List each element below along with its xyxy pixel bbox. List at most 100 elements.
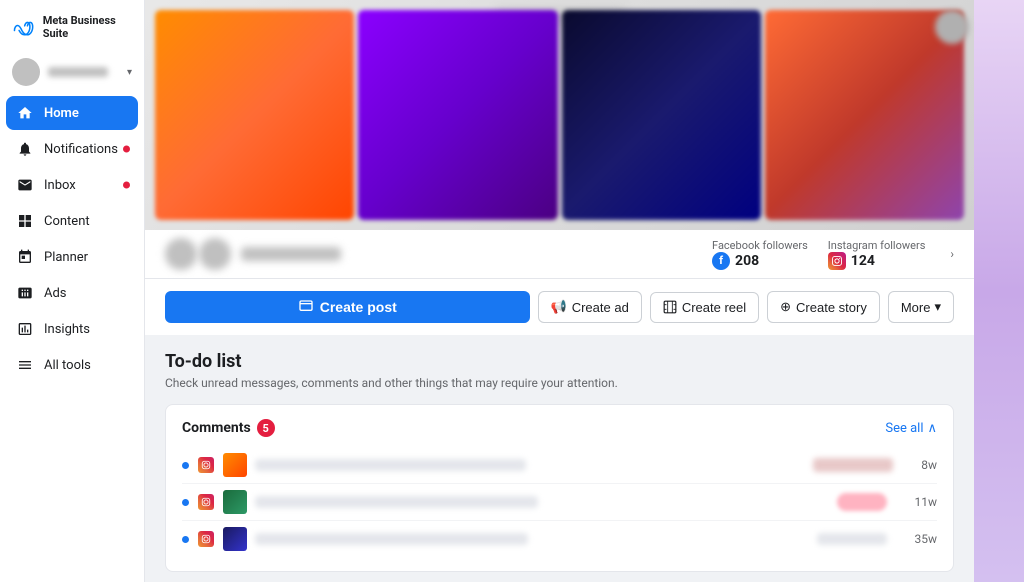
instagram-followers-label: Instagram followers xyxy=(828,239,926,252)
facebook-followers-group: Facebook followers f 208 xyxy=(712,239,808,270)
instagram-followers-group: Instagram followers 124 xyxy=(828,239,926,270)
profile-row: Facebook followers f 208 Instagram follo… xyxy=(145,230,974,278)
comment-tag-1 xyxy=(813,458,893,472)
comments-title: Comments 5 xyxy=(182,419,275,437)
facebook-icon: f xyxy=(712,252,730,270)
instagram-icon xyxy=(828,252,846,270)
followers-chevron-icon[interactable]: › xyxy=(950,247,954,261)
planner-icon xyxy=(16,248,34,266)
facebook-followers-label: Facebook followers xyxy=(712,239,808,252)
nav-label-content: Content xyxy=(44,214,90,229)
instagram-platform-icon-3 xyxy=(197,530,215,548)
sidebar-item-planner[interactable]: Planner xyxy=(6,240,138,274)
comment-tag-3 xyxy=(817,533,887,545)
instagram-count-value: 124 xyxy=(851,253,875,269)
create-story-label: Create story xyxy=(796,300,867,315)
more-label: More xyxy=(901,300,931,315)
sidebar-item-notifications[interactable]: Notifications xyxy=(6,132,138,166)
right-decorative-panel xyxy=(974,0,1024,582)
megaphone-icon: 📢 xyxy=(551,299,567,315)
todo-title: To-do list xyxy=(165,351,954,372)
comment-text-1 xyxy=(255,459,526,471)
more-chevron-icon: ▾ xyxy=(934,299,941,315)
create-post-icon xyxy=(298,299,314,315)
nav-label-ads: Ads xyxy=(44,286,67,301)
instagram-platform-icon-1 xyxy=(197,456,215,474)
notifications-dot xyxy=(123,146,130,153)
page-avatar-2 xyxy=(199,238,231,270)
more-button[interactable]: More ▾ xyxy=(888,291,954,323)
comment-time-1: 8w xyxy=(921,458,937,472)
sidebar-item-all-tools[interactable]: All tools xyxy=(6,348,138,382)
facebook-followers-count: f 208 xyxy=(712,252,759,270)
meta-logo-icon xyxy=(12,14,37,42)
comment-avatar-3 xyxy=(223,527,247,551)
home-icon xyxy=(16,104,34,122)
nav-label-inbox: Inbox xyxy=(44,178,76,193)
page-avatar-1 xyxy=(165,238,197,270)
sidebar-logo: Meta Business Suite xyxy=(0,0,144,52)
inbox-icon xyxy=(16,176,34,194)
comment-avatar-1 xyxy=(223,453,247,477)
comment-tag-2 xyxy=(837,493,887,511)
nav-label-insights: Insights xyxy=(44,322,90,337)
comment-text-2 xyxy=(255,496,538,508)
nav-label-notifications: Notifications xyxy=(44,142,118,157)
cover-thumb-3 xyxy=(562,10,761,220)
story-icon: ⊕ xyxy=(780,299,791,315)
instagram-followers-count: 124 xyxy=(828,252,875,270)
comment-platform-icons-1 xyxy=(197,456,215,474)
comment-row-3: 35w xyxy=(182,521,937,557)
followers-section: Facebook followers f 208 Instagram follo… xyxy=(712,239,954,270)
cover-area xyxy=(145,0,974,230)
cover-thumb-1 xyxy=(155,10,354,220)
sidebar-item-ads[interactable]: Ads xyxy=(6,276,138,310)
comment-platform-icons-2 xyxy=(197,493,215,511)
see-all-button[interactable]: See all ∧ xyxy=(885,421,937,436)
comments-badge: 5 xyxy=(257,419,275,437)
reel-icon xyxy=(663,300,677,314)
comments-section-header: Comments 5 See all ∧ xyxy=(182,419,937,437)
comment-avatar-2 xyxy=(223,490,247,514)
main-content: Facebook followers f 208 Instagram follo… xyxy=(145,0,974,582)
sidebar-item-content[interactable]: Content xyxy=(6,204,138,238)
account-avatar xyxy=(12,58,40,86)
sidebar-navigation: Home Notifications Inbox Content xyxy=(0,96,144,382)
logo-text: Meta Business Suite xyxy=(43,15,132,40)
create-ad-label: Create ad xyxy=(572,300,629,315)
inbox-dot xyxy=(123,182,130,189)
see-all-chevron-icon: ∧ xyxy=(927,421,937,436)
top-right-avatar-container xyxy=(935,10,969,44)
comment-dot-1 xyxy=(182,462,189,469)
top-right-avatar xyxy=(935,10,969,44)
todo-card: Comments 5 See all ∧ xyxy=(165,404,954,572)
sidebar-account[interactable]: ▾ xyxy=(0,52,144,92)
create-ad-button[interactable]: 📢 Create ad xyxy=(538,291,642,323)
create-reel-button[interactable]: Create reel xyxy=(650,292,759,323)
action-bar: Create post 📢 Create ad Create reel ⊕ Cr… xyxy=(145,278,974,335)
facebook-count-value: 208 xyxy=(735,253,759,269)
create-post-label: Create post xyxy=(320,299,397,315)
todo-subtitle: Check unread messages, comments and othe… xyxy=(165,376,954,390)
insights-icon xyxy=(16,320,34,338)
account-name xyxy=(48,67,108,77)
cover-images xyxy=(145,0,974,230)
sidebar-item-inbox[interactable]: Inbox xyxy=(6,168,138,202)
comment-time-2: 11w xyxy=(915,495,938,509)
nav-label-home: Home xyxy=(44,106,79,121)
sidebar-item-insights[interactable]: Insights xyxy=(6,312,138,346)
ads-icon xyxy=(16,284,34,302)
all-tools-icon xyxy=(16,356,34,374)
create-post-button[interactable]: Create post xyxy=(165,291,530,323)
account-chevron-icon: ▾ xyxy=(127,67,132,78)
create-story-button[interactable]: ⊕ Create story xyxy=(767,291,880,323)
comment-text-3 xyxy=(255,533,528,545)
comment-row-2: 11w xyxy=(182,484,937,521)
comment-row-1: 8w xyxy=(182,447,937,484)
sidebar-item-home[interactable]: Home xyxy=(6,96,138,130)
bell-icon xyxy=(16,140,34,158)
nav-label-planner: Planner xyxy=(44,250,88,265)
sidebar: Meta Business Suite ▾ Home Notifications xyxy=(0,0,145,582)
comment-dot-2 xyxy=(182,499,189,506)
create-reel-label: Create reel xyxy=(682,300,746,315)
